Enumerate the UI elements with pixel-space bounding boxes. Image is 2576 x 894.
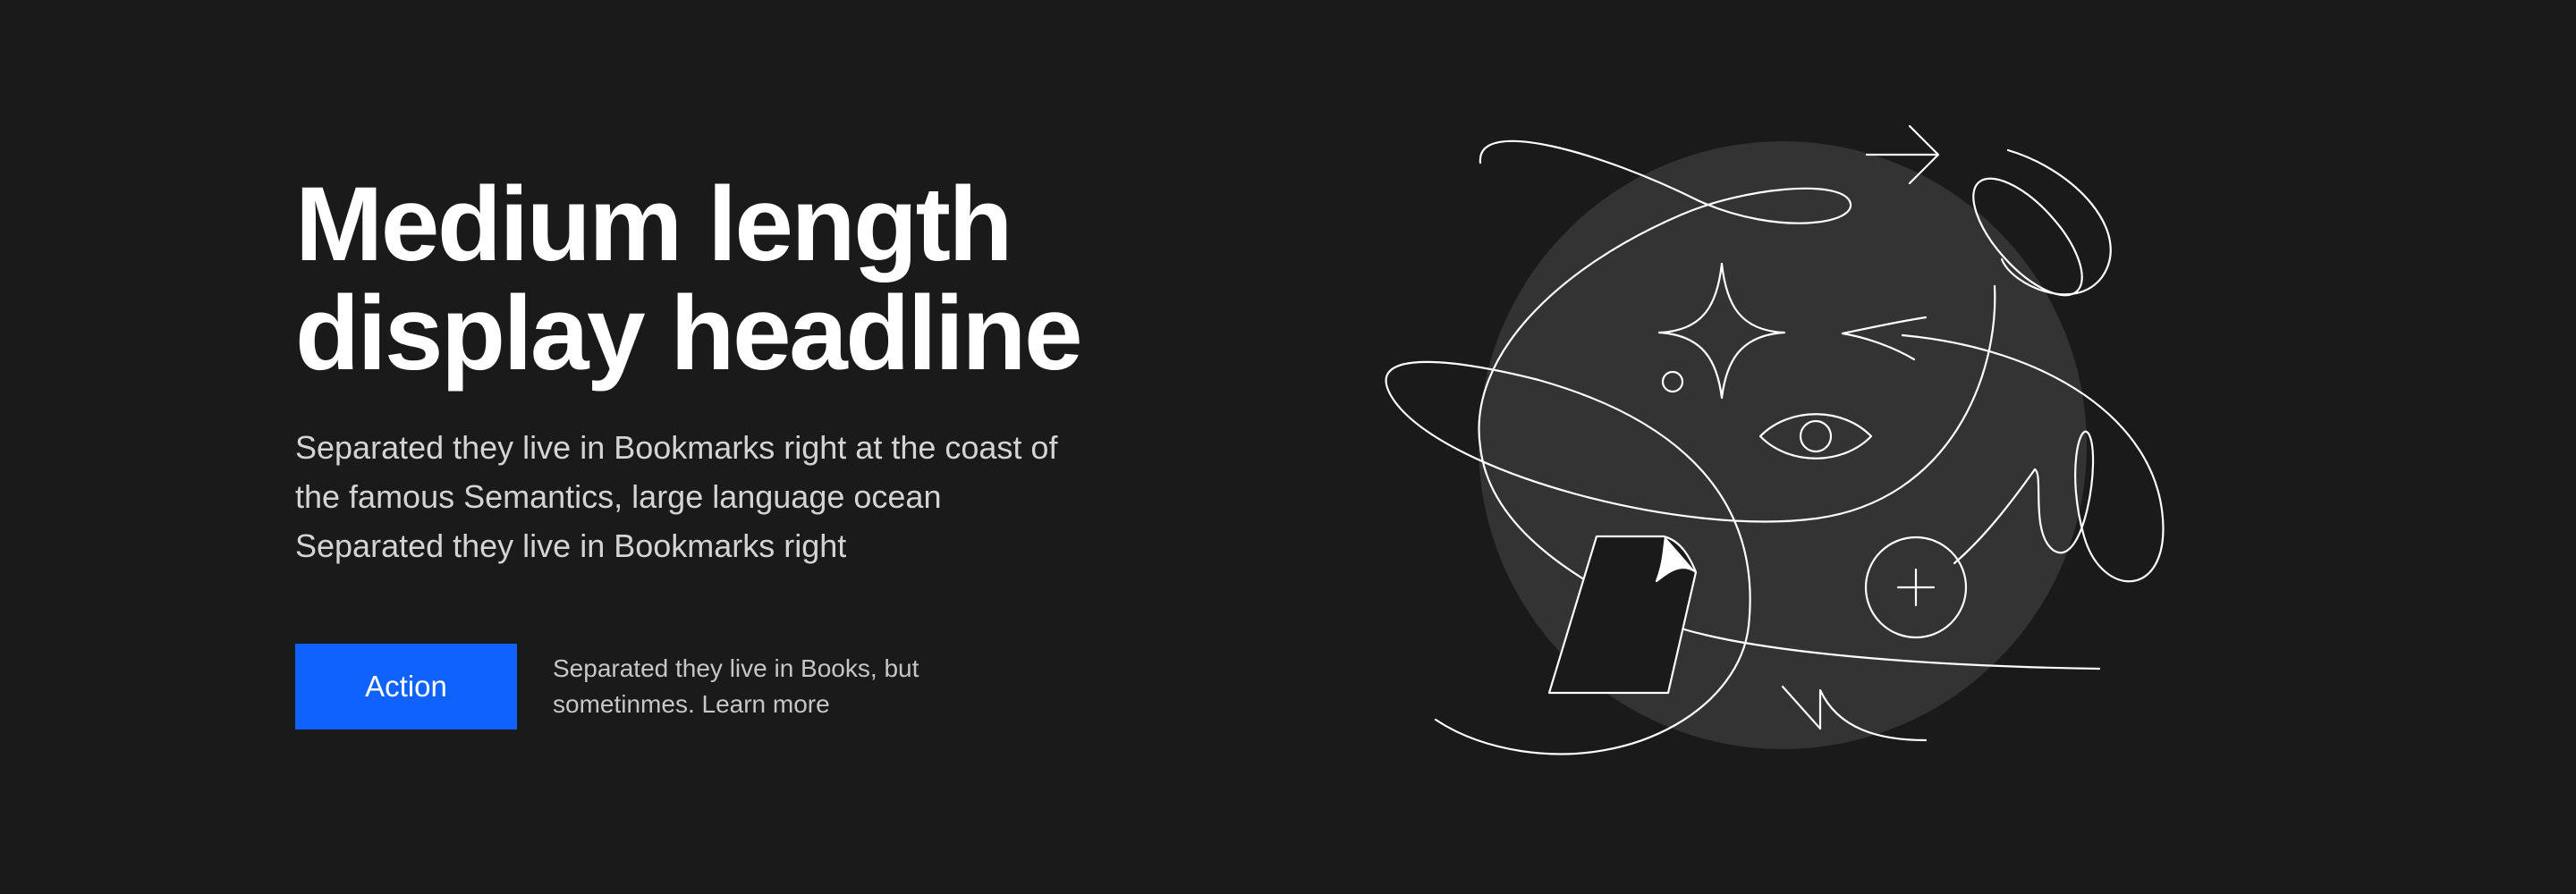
caption-line-1: Separated they live in Books, but — [553, 654, 919, 682]
caption-line-2[interactable]: sometinmes. Learn more — [553, 687, 1054, 722]
description-line-3: Separated they live in Bookmarks right — [295, 527, 847, 564]
action-button[interactable]: Action — [295, 644, 517, 730]
hero-description: Separated they live in Bookmarks right a… — [295, 423, 1154, 570]
page-title: Medium length display headline — [295, 170, 1190, 388]
description-line-2: the famous Semantics, large language oce… — [295, 478, 942, 515]
hero-illustration — [1385, 124, 2165, 755]
headline-line-2: display headline — [295, 274, 1083, 392]
description-line-1: Separated they live in Bookmarks right a… — [295, 429, 1058, 466]
caption-text: Separated they live in Books, but someti… — [553, 651, 1054, 722]
hero-section: Medium length display headline Separated… — [0, 0, 2576, 894]
headline-line-1: Medium length — [295, 165, 1013, 283]
